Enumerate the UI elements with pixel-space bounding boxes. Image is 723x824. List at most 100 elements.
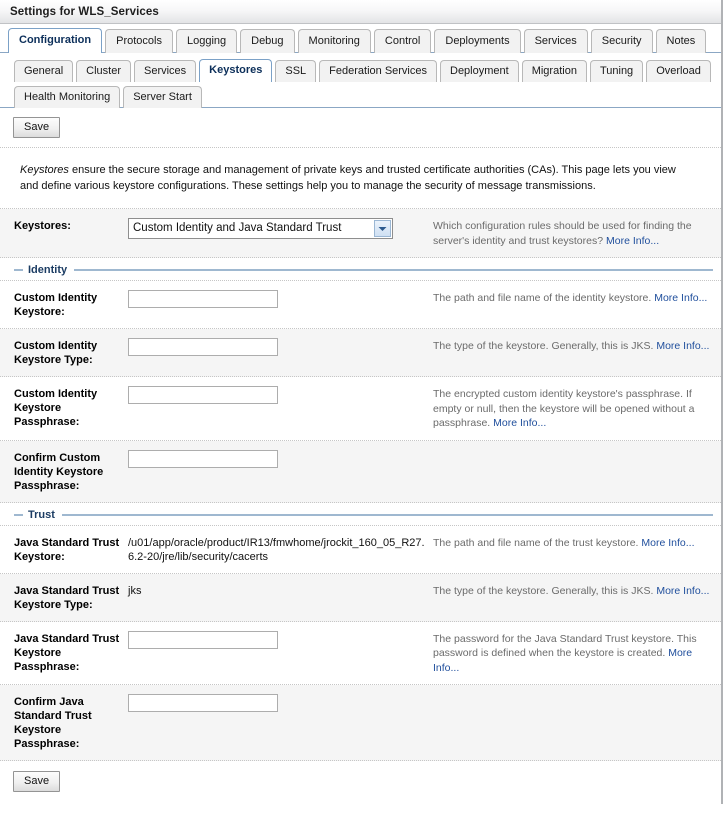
tab-deployment[interactable]: Deployment — [440, 60, 519, 82]
tab-server-start[interactable]: Server Start — [123, 86, 202, 108]
tabrow-secondary: General Cluster Services Keystores SSL F… — [0, 57, 721, 82]
help-text: The encrypted custom identity keystore's… — [433, 388, 695, 429]
label-java-standard-trust-keystore: Java Standard Trust Keystore: — [14, 536, 120, 563]
confirm-custom-identity-keystore-passphrase-input[interactable] — [128, 449, 278, 468]
label-custom-identity-keystore-type: Custom Identity Keystore Type: — [14, 340, 98, 366]
custom-identity-keystore-input[interactable] — [128, 290, 278, 308]
tab-services[interactable]: Services — [523, 29, 588, 53]
settings-page: Settings for WLS_Services Configuration … — [0, 0, 723, 824]
row-java-standard-trust-keystore-passphrase: Java Standard Trust Keystore Passphrase:… — [0, 621, 721, 685]
row-custom-identity-keystore-passphrase: Custom Identity Keystore Passphrase: The… — [0, 377, 721, 441]
help-java-standard-trust-keystore: The path and file name of the trust keys… — [433, 535, 715, 551]
keystores-select[interactable]: Custom Identity and Java Standard Trust — [128, 218, 393, 239]
tab-federation-services[interactable]: Federation Services — [319, 60, 437, 82]
label-keystores: Keystores: — [14, 220, 71, 232]
control-confirm-java-standard-trust-keystore-passphrase — [128, 694, 433, 712]
help-custom-identity-keystore-passphrase: The encrypted custom identity keystore's… — [433, 386, 715, 431]
label-confirm-custom-identity-keystore-passphrase: Confirm Custom Identity Keystore Passphr… — [14, 451, 104, 492]
page-bottom-spacer — [0, 802, 721, 824]
section-trust-title: Trust — [28, 508, 55, 521]
help-text: The path and file name of the trust keys… — [433, 536, 639, 549]
row-confirm-custom-identity-keystore-passphrase: Confirm Custom Identity Keystore Passphr… — [0, 440, 721, 503]
label-custom-identity-keystore: Custom Identity Keystore: — [14, 292, 98, 318]
tab-ssl[interactable]: SSL — [275, 60, 317, 82]
row-java-standard-trust-keystore-type: Java Standard Trust Keystore Type: jks T… — [0, 573, 721, 622]
tab-deployments[interactable]: Deployments — [434, 29, 521, 53]
tab-keystores[interactable]: Keystores — [199, 59, 273, 82]
control-custom-identity-keystore-passphrase — [128, 386, 433, 404]
help-confirm-java-standard-trust-keystore-passphrase — [433, 694, 715, 695]
help-text: The path and file name of the identity k… — [433, 292, 652, 304]
more-info-link[interactable]: More Info... — [654, 292, 707, 304]
tab-cluster[interactable]: Cluster — [76, 60, 131, 82]
java-standard-trust-keystore-passphrase-input[interactable] — [128, 630, 278, 649]
tab-debug[interactable]: Debug — [240, 29, 295, 53]
page-description-emphasis: Keystores — [20, 164, 69, 176]
section-rule — [74, 269, 713, 271]
label-java-standard-trust-keystore-passphrase: Java Standard Trust Keystore Passphrase: — [14, 632, 120, 673]
more-info-link[interactable]: More Info... — [606, 235, 659, 247]
java-standard-trust-keystore-value: /u01/app/oracle/product/IR13/fmwhome/jro… — [128, 536, 425, 563]
section-identity: Identity — [0, 258, 721, 281]
label-confirm-java-standard-trust-keystore-passphrase: Confirm Java Standard Trust Keystore Pas… — [14, 696, 92, 750]
tab-overload[interactable]: Overload — [646, 60, 711, 82]
help-java-standard-trust-keystore-passphrase: The password for the Java Standard Trust… — [433, 631, 715, 676]
tab-notes[interactable]: Notes — [655, 29, 707, 53]
row-confirm-java-standard-trust-keystore-passphrase: Confirm Java Standard Trust Keystore Pas… — [0, 685, 721, 761]
toolbar-top: Save — [0, 108, 721, 148]
section-identity-title: Identity — [28, 264, 68, 276]
control-confirm-custom-identity-keystore-passphrase — [128, 449, 433, 468]
row-java-standard-trust-keystore: Java Standard Trust Keystore: /u01/app/o… — [0, 525, 721, 574]
control-custom-identity-keystore-type — [128, 338, 433, 356]
tab-logging[interactable]: Logging — [175, 29, 238, 53]
help-keystores: Which configuration rules should be used… — [433, 218, 715, 248]
help-text: The type of the keystore. Generally, thi… — [433, 584, 654, 597]
label-custom-identity-keystore-passphrase: Custom Identity Keystore Passphrase: — [14, 388, 98, 428]
confirm-java-standard-trust-keystore-passphrase-input[interactable] — [128, 694, 278, 712]
tab-control[interactable]: Control — [373, 29, 432, 53]
row-custom-identity-keystore-type: Custom Identity Keystore Type: The type … — [0, 329, 721, 377]
custom-identity-keystore-passphrase-input[interactable] — [128, 386, 278, 404]
save-button-top[interactable]: Save — [13, 117, 61, 138]
java-standard-trust-keystore-type-value: jks — [128, 584, 142, 597]
tab-monitoring[interactable]: Monitoring — [297, 29, 371, 53]
page-description-text: ensure the secure storage and management… — [20, 164, 676, 192]
tab-services-sub[interactable]: Services — [133, 60, 197, 82]
keystores-select-value: Custom Identity and Java Standard Trust — [133, 222, 342, 234]
page-titlebar: Settings for WLS_Services — [0, 0, 721, 24]
more-info-link[interactable]: More Info... — [493, 417, 546, 429]
keystores-control: Custom Identity and Java Standard Trust — [128, 218, 433, 239]
section-dash-icon — [14, 513, 23, 516]
tab-migration[interactable]: Migration — [521, 60, 587, 82]
chevron-down-icon[interactable] — [374, 220, 391, 237]
control-custom-identity-keystore — [128, 290, 433, 308]
tab-navigation: Configuration Protocols Logging Debug Mo… — [0, 28, 721, 108]
control-java-standard-trust-keystore-type: jks — [128, 583, 433, 598]
tab-protocols[interactable]: Protocols — [105, 29, 173, 53]
help-custom-identity-keystore-type: The type of the keystore. Generally, thi… — [433, 338, 715, 354]
help-java-standard-trust-keystore-type: The type of the keystore. Generally, thi… — [433, 583, 715, 599]
tab-general[interactable]: General — [14, 60, 74, 82]
more-info-link[interactable]: More Info... — [656, 340, 709, 352]
tab-security[interactable]: Security — [590, 29, 653, 53]
label-java-standard-trust-keystore-type: Java Standard Trust Keystore Type: — [14, 584, 120, 611]
toolbar-bottom: Save — [0, 761, 721, 802]
save-button-bottom[interactable]: Save — [13, 771, 61, 792]
tab-tuning[interactable]: Tuning — [589, 60, 644, 82]
tabrow-tertiary: Health Monitoring Server Start — [0, 84, 721, 108]
page-description: Keystores ensure the secure storage and … — [0, 148, 721, 209]
more-info-link[interactable]: More Info... — [656, 585, 709, 597]
help-custom-identity-keystore: The path and file name of the identity k… — [433, 290, 715, 306]
section-trust: Trust — [0, 502, 721, 526]
control-java-standard-trust-keystore-passphrase — [128, 630, 433, 649]
help-confirm-custom-identity-keystore-passphrase — [433, 450, 715, 451]
control-java-standard-trust-keystore: /u01/app/oracle/product/IR13/fmwhome/jro… — [128, 535, 433, 564]
more-info-link[interactable]: More Info... — [641, 537, 694, 549]
tab-configuration[interactable]: Configuration — [8, 28, 103, 53]
section-rule — [61, 513, 713, 516]
page-title: Settings for WLS_Services — [10, 5, 159, 18]
section-dash-icon — [14, 269, 23, 271]
row-custom-identity-keystore: Custom Identity Keystore: The path and f… — [0, 281, 721, 329]
tab-health-monitoring[interactable]: Health Monitoring — [14, 86, 121, 108]
custom-identity-keystore-type-input[interactable] — [128, 338, 278, 356]
